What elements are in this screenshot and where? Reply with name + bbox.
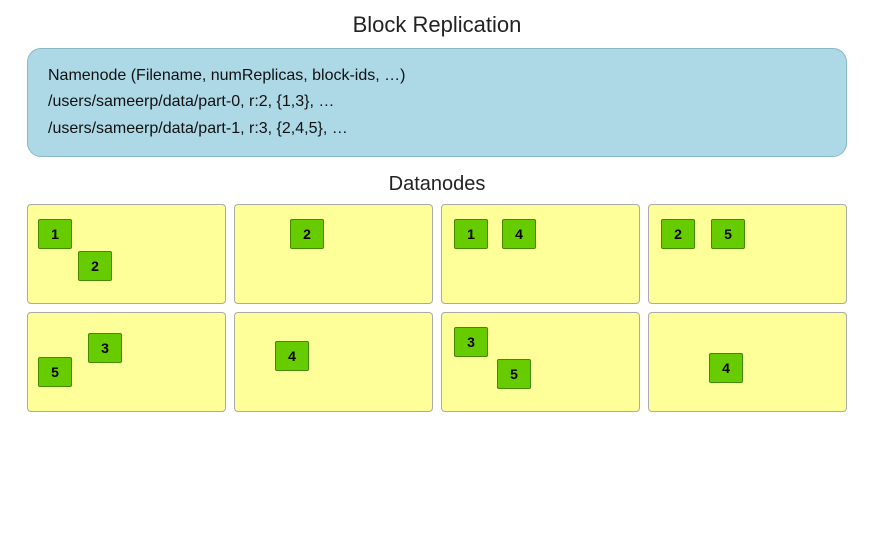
namenode-line-1: Namenode (Filename, numReplicas, block-i… <box>48 63 826 89</box>
block-badge-4-1: 3 <box>88 333 122 363</box>
datanodes-title: Datanodes <box>389 173 486 196</box>
block-badge-0-0: 1 <box>38 219 72 249</box>
block-badge-1-0: 2 <box>290 219 324 249</box>
datanode-cell-3: 25 <box>648 204 847 304</box>
datanode-cell-0: 12 <box>27 204 226 304</box>
namenode-line-3: /users/sameerp/data/part-1, r:3, {2,4,5}… <box>48 116 826 142</box>
datanode-cell-7: 4 <box>648 312 847 412</box>
block-badge-2-1: 4 <box>502 219 536 249</box>
datanode-cell-5: 4 <box>234 312 433 412</box>
block-badge-5-0: 4 <box>275 341 309 371</box>
page-title: Block Replication <box>353 12 522 38</box>
namenode-box: Namenode (Filename, numReplicas, block-i… <box>27 48 847 157</box>
datanode-grid: 1221425534354 <box>27 204 847 412</box>
block-badge-2-0: 1 <box>454 219 488 249</box>
block-badge-3-1: 5 <box>711 219 745 249</box>
datanode-cell-6: 35 <box>441 312 640 412</box>
block-badge-7-0: 4 <box>709 353 743 383</box>
namenode-line-2: /users/sameerp/data/part-0, r:2, {1,3}, … <box>48 89 826 115</box>
datanode-cell-1: 2 <box>234 204 433 304</box>
app-container: Block Replication Namenode (Filename, nu… <box>0 0 874 536</box>
datanode-cell-2: 14 <box>441 204 640 304</box>
block-badge-0-1: 2 <box>78 251 112 281</box>
block-badge-6-1: 5 <box>497 359 531 389</box>
block-badge-4-0: 5 <box>38 357 72 387</box>
block-badge-6-0: 3 <box>454 327 488 357</box>
block-badge-3-0: 2 <box>661 219 695 249</box>
datanode-cell-4: 53 <box>27 312 226 412</box>
